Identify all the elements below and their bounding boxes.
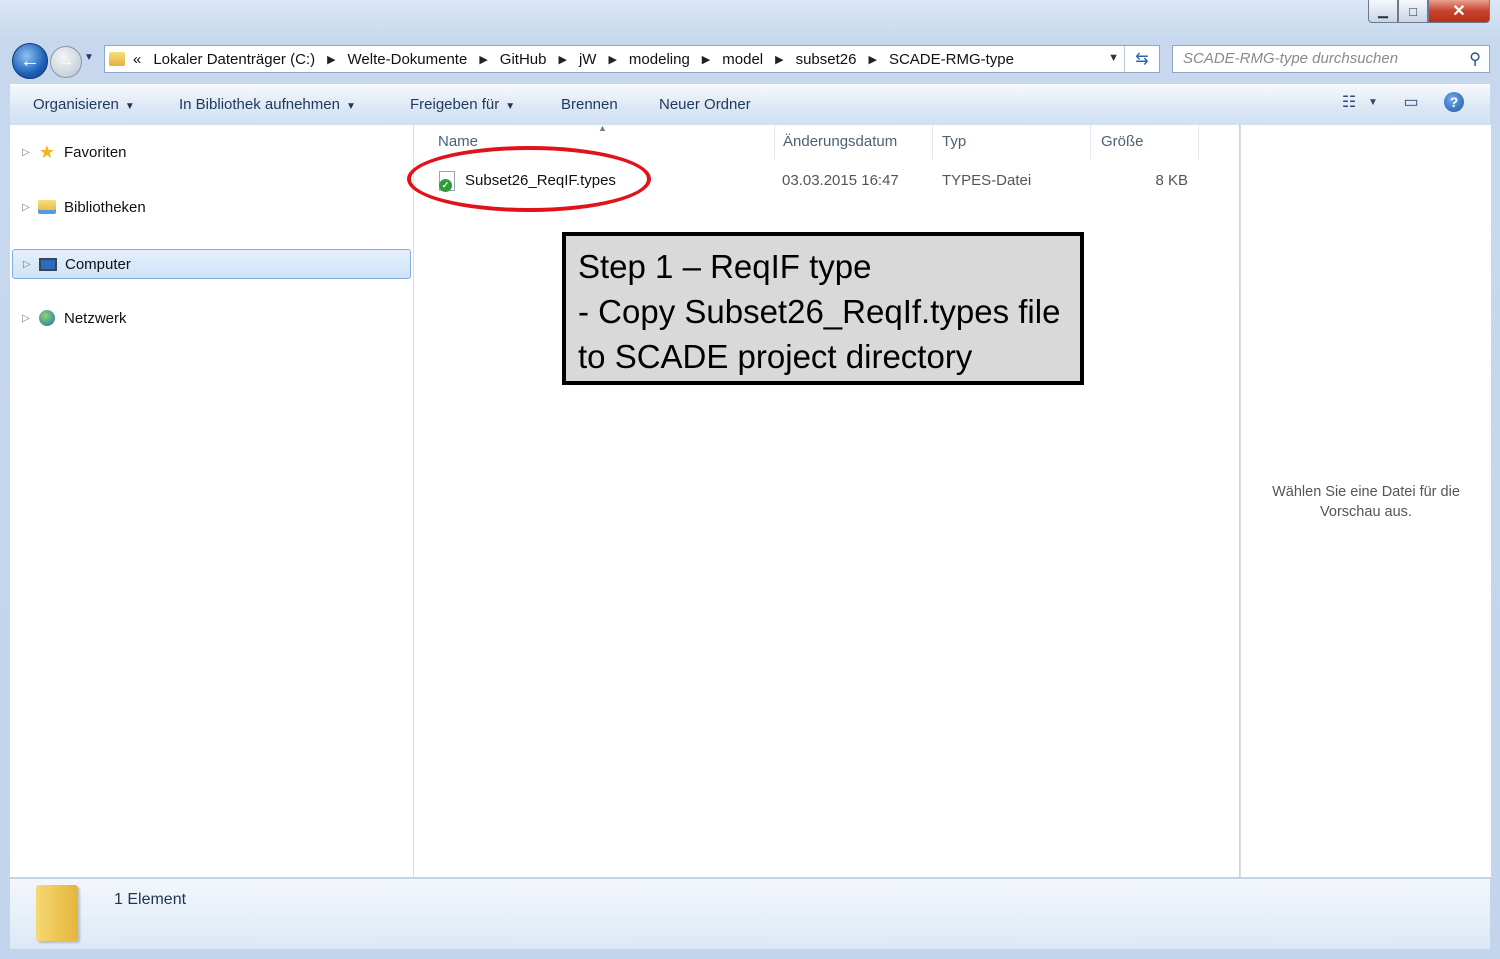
organize-label: Organisieren [33, 96, 119, 113]
column-divider[interactable] [932, 125, 933, 159]
breadcrumb-item[interactable]: Lokaler Datenträger (C:) [153, 51, 315, 68]
library-icon [36, 197, 58, 217]
breadcrumb-item[interactable]: SCADE-RMG-type [889, 51, 1014, 68]
address-overflow-chevron[interactable]: « [133, 51, 141, 68]
share-with-label: Freigeben für [410, 96, 500, 113]
column-header-name[interactable]: Name [438, 133, 478, 150]
back-arrow-icon: ← [20, 49, 40, 72]
refresh-icon[interactable]: ⇆ [1124, 46, 1159, 72]
forward-button[interactable]: → [50, 46, 82, 78]
expand-arrow-icon[interactable]: ▷ [22, 313, 36, 324]
sort-ascending-icon: ▲ [598, 123, 607, 133]
callout-line: to SCADE project directory [578, 338, 973, 375]
file-type: TYPES-Datei [942, 172, 1032, 189]
star-icon: ★ [38, 141, 56, 162]
window-controls: ▁ □ ✕ [1368, 0, 1490, 23]
navigation-pane: ▷ ★ Favoriten ▷ Bibliotheken ▷ Computer … [10, 125, 414, 877]
command-bar: Organisieren ▼ In Bibliothek aufnehmen ▼ F… [10, 84, 1490, 126]
file-size: 8 KB [1155, 172, 1188, 189]
close-button[interactable]: ✕ [1428, 0, 1490, 23]
burn-button[interactable]: Brennen [561, 96, 618, 113]
sidebar-item-label: Bibliotheken [64, 198, 146, 216]
column-header-date[interactable]: Änderungsdatum [783, 133, 897, 150]
navigation-bar: ← → ▼ « Lokaler Datenträger (C:) ▶ Welte-… [10, 42, 1490, 79]
breadcrumb-arrow-icon[interactable]: ▶ [558, 53, 566, 66]
highlight-ellipse [407, 146, 651, 212]
breadcrumb-item[interactable]: Welte-Dokumente [348, 51, 468, 68]
breadcrumb-arrow-icon[interactable]: ▶ [327, 53, 335, 66]
item-count: 1 Element [114, 891, 187, 908]
change-view-icon[interactable]: ☷ [1338, 91, 1360, 113]
address-dropdown-icon[interactable]: ▼ [1108, 52, 1119, 64]
folder-icon [109, 52, 125, 66]
column-divider[interactable] [774, 125, 775, 159]
search-input[interactable]: SCADE-RMG-type durchsuchen ⚲ [1172, 45, 1490, 73]
forward-arrow-icon: → [58, 53, 74, 70]
details-pane: 1 Element [10, 878, 1490, 949]
organize-button[interactable]: Organisieren ▼ [33, 96, 135, 113]
breadcrumb-item[interactable]: GitHub [500, 51, 547, 68]
folder-icon [36, 885, 78, 941]
breadcrumb-item[interactable]: model [722, 51, 763, 68]
preview-message-line: Vorschau aus. [1320, 504, 1412, 520]
view-controls: ☷ ▼ ▭ ? [1338, 91, 1464, 113]
address-bar[interactable]: « Lokaler Datenträger (C:) ▶ Welte-Dokume… [104, 45, 1160, 73]
breadcrumb-item[interactable]: subset26 [796, 51, 857, 68]
column-header-type[interactable]: Typ [942, 133, 966, 150]
breadcrumb-arrow-icon[interactable]: ▶ [479, 53, 487, 66]
view-dropdown-icon[interactable]: ▼ [1368, 91, 1378, 113]
callout-line: - Copy Subset26_ReqIf.types file [578, 293, 1061, 330]
breadcrumb-item[interactable]: modeling [629, 51, 690, 68]
new-folder-button[interactable]: Neuer Ordner [659, 96, 751, 113]
breadcrumb-arrow-icon[interactable]: ▶ [868, 53, 876, 66]
column-divider[interactable] [1198, 125, 1199, 159]
expand-arrow-icon[interactable]: ▷ [22, 202, 36, 213]
computer-icon [37, 254, 59, 274]
sidebar-item-netzwerk[interactable]: ▷ Netzwerk [10, 304, 410, 332]
chevron-down-icon: ▼ [345, 101, 356, 112]
file-date: 03.03.2015 16:47 [782, 172, 899, 189]
maximize-button[interactable]: □ [1398, 0, 1428, 23]
chevron-down-icon: ▼ [505, 101, 516, 112]
preview-pane: Wählen Sie eine Datei für die Vorschau a… [1240, 125, 1491, 877]
callout-line: Step 1 – ReqIF type [578, 248, 872, 285]
sidebar-item-computer[interactable]: ▷ Computer [12, 249, 411, 279]
column-divider[interactable] [1090, 125, 1091, 159]
sidebar-item-label: Favoriten [64, 143, 127, 161]
explorer-window: ▁ □ ✕ ← → ▼ « Lokaler Datenträger (C:) ▶ … [0, 0, 1500, 959]
step-callout-box: Step 1 – ReqIF type - Copy Subset26_ReqI… [562, 232, 1084, 385]
help-icon[interactable]: ? [1444, 92, 1464, 112]
preview-pane-icon[interactable]: ▭ [1400, 91, 1422, 113]
column-header-size[interactable]: Größe [1101, 133, 1144, 150]
chevron-down-icon: ▼ [124, 101, 135, 112]
sidebar-item-label: Computer [65, 255, 131, 273]
breadcrumb-arrow-icon[interactable]: ▶ [702, 53, 710, 66]
preview-message-line: Wählen Sie eine Datei für die [1272, 484, 1460, 500]
search-icon[interactable]: ⚲ [1469, 49, 1481, 69]
sidebar-item-label: Netzwerk [64, 309, 127, 327]
include-in-library-button[interactable]: In Bibliothek aufnehmen ▼ [179, 96, 356, 113]
breadcrumb: Lokaler Datenträger (C:) ▶ Welte-Dokument… [153, 51, 1014, 68]
expand-arrow-icon[interactable]: ▷ [23, 259, 37, 270]
minimize-button[interactable]: ▁ [1368, 0, 1398, 23]
include-in-library-label: In Bibliothek aufnehmen [179, 96, 340, 113]
sidebar-item-bibliotheken[interactable]: ▷ Bibliotheken [10, 193, 410, 221]
back-button[interactable]: ← [12, 43, 48, 79]
expand-arrow-icon[interactable]: ▷ [22, 147, 36, 158]
network-icon [36, 308, 58, 328]
share-with-button[interactable]: Freigeben für ▼ [410, 96, 515, 113]
history-dropdown-icon[interactable]: ▼ [84, 52, 94, 63]
breadcrumb-arrow-icon[interactable]: ▶ [775, 53, 783, 66]
preview-message: Wählen Sie eine Datei für die Vorschau a… [1241, 482, 1491, 522]
sidebar-item-favoriten[interactable]: ▷ ★ Favoriten [10, 138, 410, 166]
breadcrumb-arrow-icon[interactable]: ▶ [608, 53, 616, 66]
search-placeholder: SCADE-RMG-type durchsuchen [1183, 50, 1399, 67]
breadcrumb-item[interactable]: jW [579, 51, 597, 68]
